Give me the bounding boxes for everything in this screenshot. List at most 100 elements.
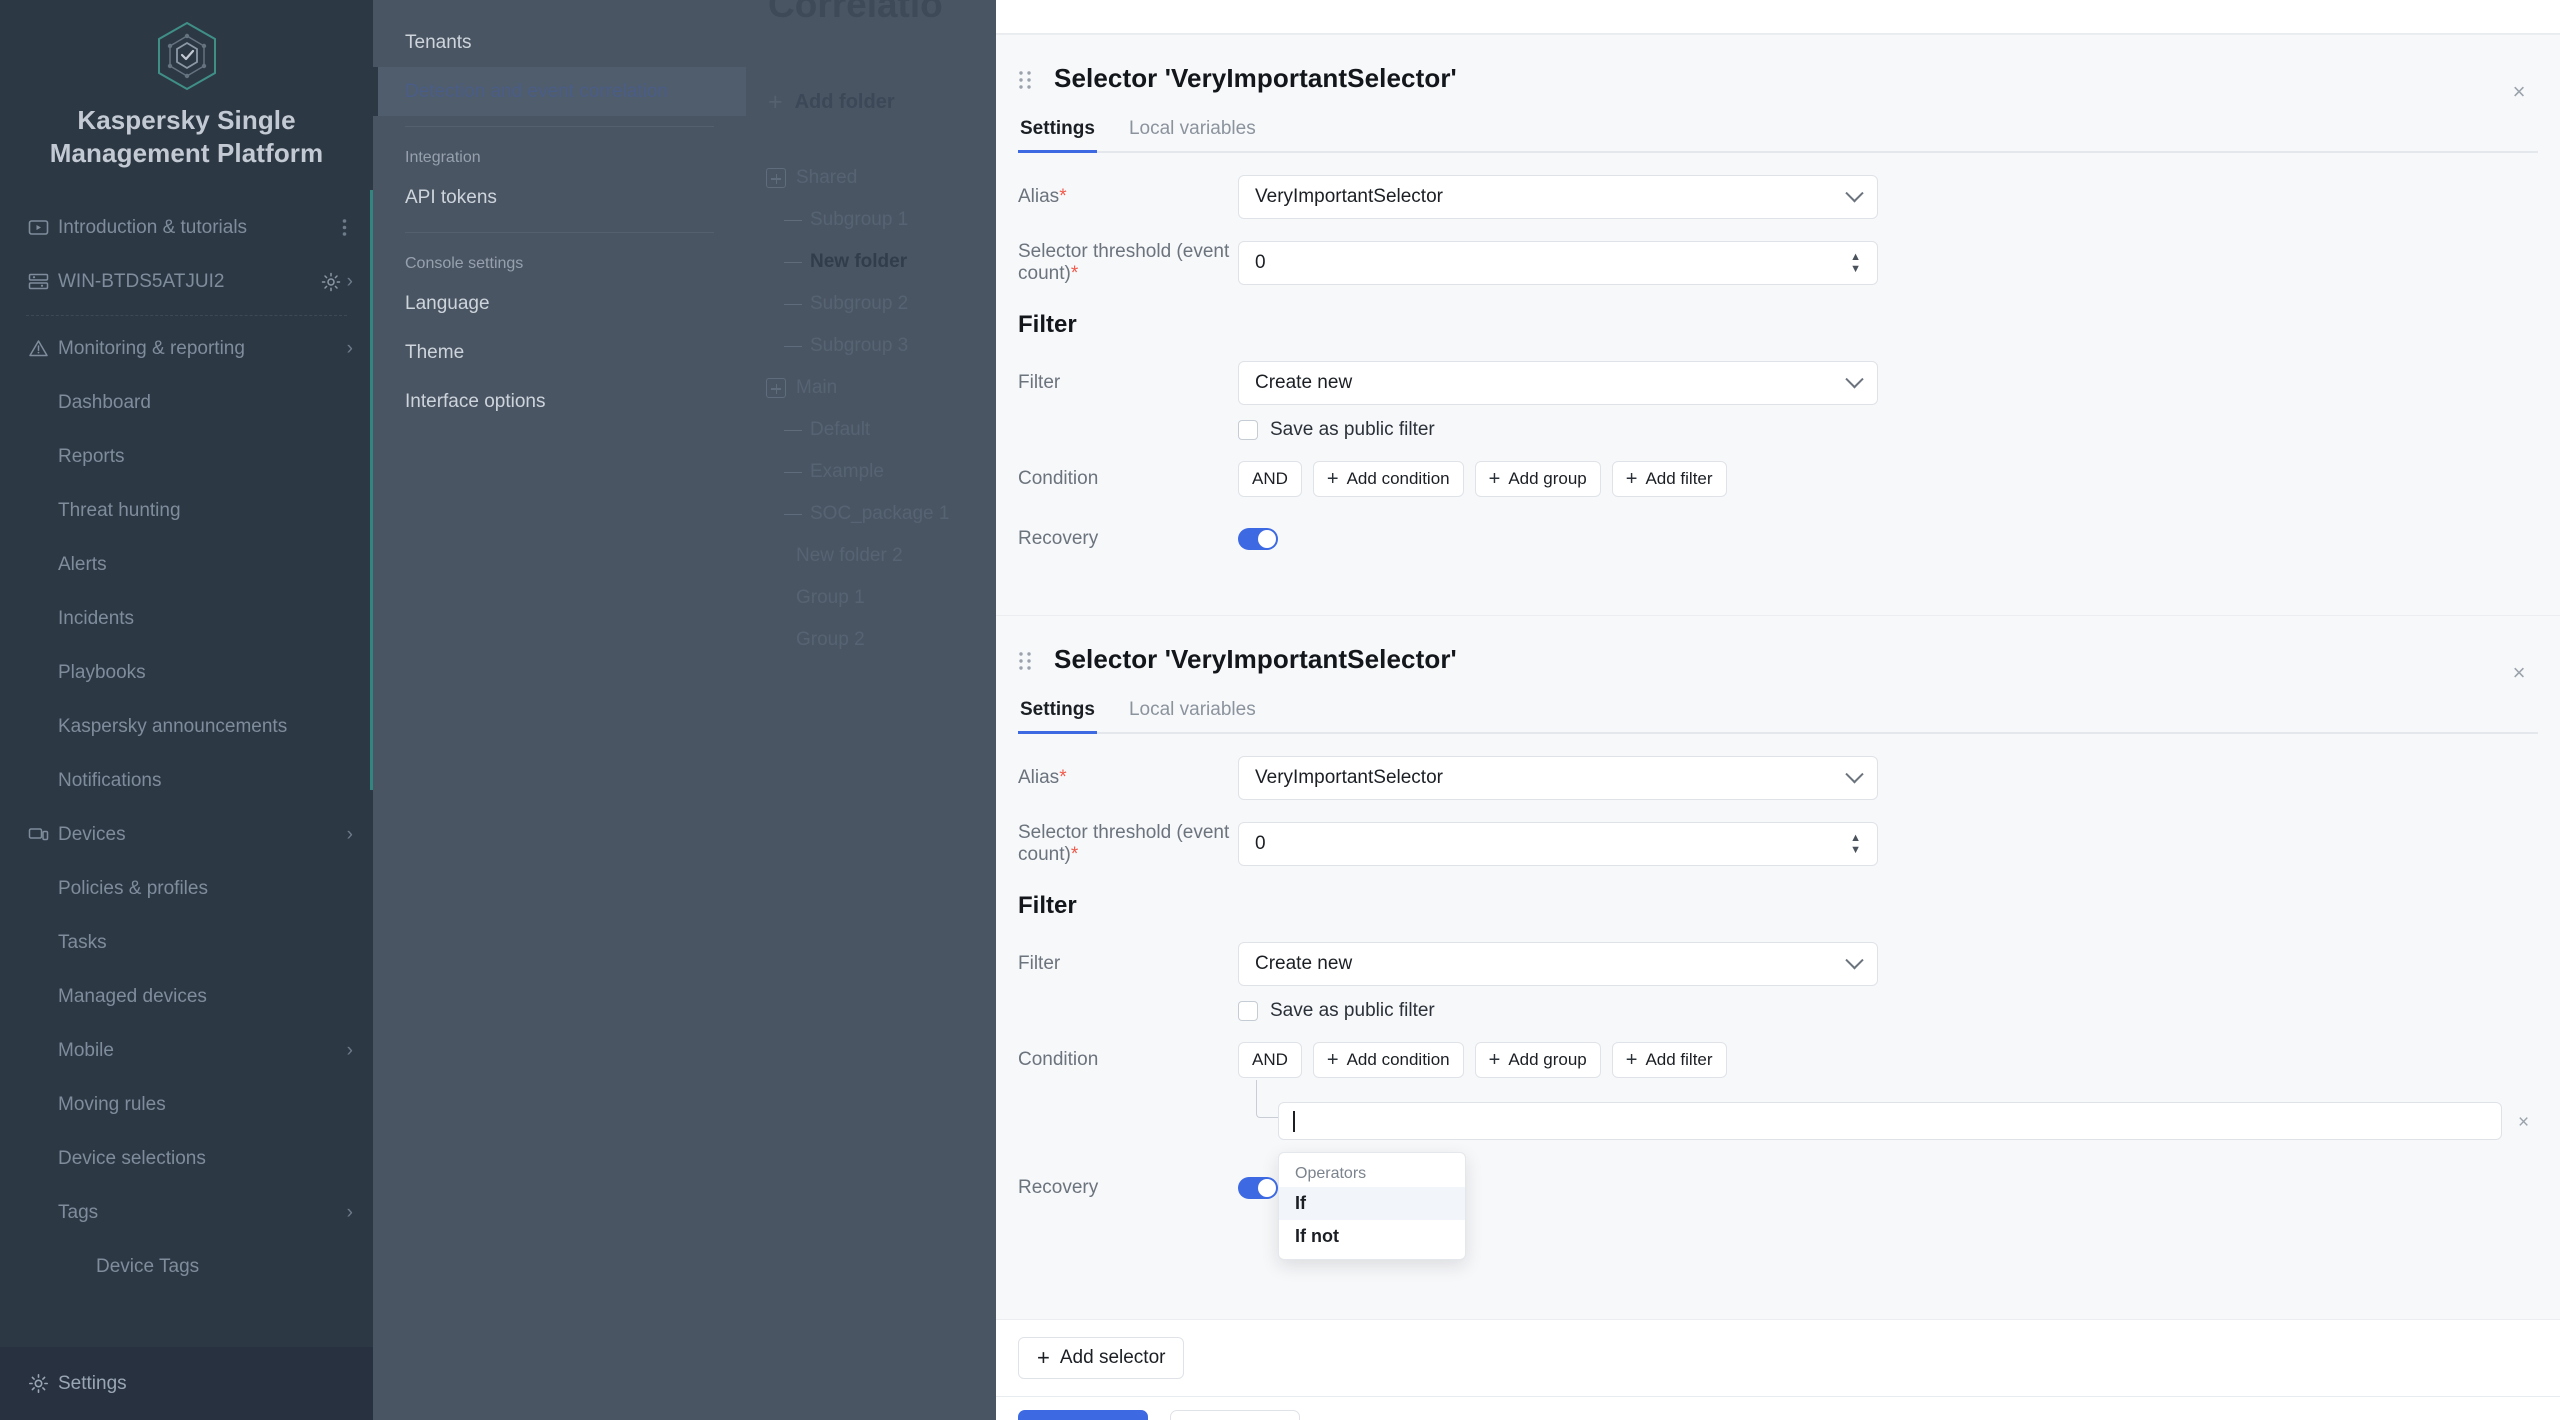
sidebar-item-settings[interactable]: Settings: [0, 1347, 373, 1420]
tree-row-subgroup-2[interactable]: Subgroup 2: [746, 283, 996, 325]
tree-row-subgroup-3[interactable]: Subgroup 3: [746, 325, 996, 367]
save-public-filter-label: Save as public filter: [1270, 1000, 1435, 1022]
sidebar-item-alerts[interactable]: Alerts: [0, 538, 373, 592]
save-public-filter-checkbox[interactable]: [1238, 420, 1258, 440]
tree-row-group-2[interactable]: Group 2: [746, 619, 996, 661]
dropdown-option-if[interactable]: If: [1279, 1187, 1465, 1220]
sidebar-item-moving-rules[interactable]: Moving rules: [0, 1078, 373, 1132]
tree-row-group-1[interactable]: Group 1: [746, 577, 996, 619]
sidebar-item-devices[interactable]: Devices ›: [0, 808, 373, 862]
save-public-filter-checkbox[interactable]: [1238, 1001, 1258, 1021]
sidebar-item-reports[interactable]: Reports: [0, 430, 373, 484]
selector-card-title: Selector 'VeryImportantSelector': [1054, 63, 1457, 94]
tab-settings[interactable]: Settings: [1018, 118, 1097, 151]
expand-icon[interactable]: [766, 378, 786, 398]
drag-handle-icon[interactable]: [1018, 651, 1038, 671]
alias-select[interactable]: VeryImportantSelector: [1238, 175, 1878, 219]
chevron-down-icon: [1845, 951, 1863, 969]
sidebar-item-introduction-tutorials[interactable]: Introduction & tutorials: [0, 201, 373, 255]
tree-row-soc-package-1[interactable]: SOC_package 1: [746, 493, 996, 535]
stepper-down-icon[interactable]: ▼: [1850, 265, 1861, 273]
chevron-right-icon[interactable]: ›: [347, 824, 353, 846]
subnav-item-language[interactable]: Language: [373, 279, 746, 328]
recovery-toggle[interactable]: [1238, 528, 1278, 550]
stepper-icon[interactable]: ▲▼: [1850, 834, 1861, 854]
chevron-right-icon[interactable]: ›: [347, 271, 353, 293]
filter-select[interactable]: Create new: [1238, 361, 1878, 405]
sidebar-item-policies-profiles[interactable]: Policies & profiles: [0, 862, 373, 916]
subnav-item-detection-and-event-correlation[interactable]: Detection and event correlation: [373, 67, 746, 116]
tree-row-new-folder[interactable]: New folder: [746, 241, 996, 283]
save-public-filter-row[interactable]: Save as public filter: [1238, 419, 2560, 441]
alias-select[interactable]: VeryImportantSelector: [1238, 756, 1878, 800]
and-operator-button[interactable]: AND: [1238, 461, 1302, 497]
add-group-button[interactable]: + Add group: [1475, 1042, 1601, 1078]
sidebar-item-playbooks[interactable]: Playbooks: [0, 646, 373, 700]
close-icon[interactable]: ×: [2504, 658, 2534, 688]
threshold-input[interactable]: 0 ▲▼: [1238, 822, 1878, 866]
add-condition-button[interactable]: + Add condition: [1313, 1042, 1464, 1078]
add-selector-button[interactable]: + Add selector: [1018, 1337, 1184, 1379]
chevron-right-icon[interactable]: ›: [347, 1040, 353, 1062]
tree-row-label: Subgroup 1: [810, 209, 908, 231]
condition-search-input[interactable]: [1278, 1102, 2502, 1140]
save-button[interactable]: [1018, 1410, 1148, 1420]
sidebar-item-tags[interactable]: Tags ›: [0, 1186, 373, 1240]
sidebar-item-device-selections[interactable]: Device selections: [0, 1132, 373, 1186]
expand-icon[interactable]: [766, 168, 786, 188]
kebab-menu-icon[interactable]: [335, 218, 353, 237]
stepper-down-icon[interactable]: ▼: [1850, 846, 1861, 854]
sidebar-item-device-tags[interactable]: Device Tags: [0, 1240, 373, 1294]
plus-icon: +: [1327, 469, 1339, 489]
subnav-item-api-tokens[interactable]: API tokens: [373, 173, 746, 222]
sidebar-item-label: Introduction & tutorials: [58, 217, 335, 239]
gear-icon[interactable]: [321, 272, 347, 292]
add-filter-button[interactable]: + Add filter: [1612, 1042, 1727, 1078]
filter-select[interactable]: Create new: [1238, 942, 1878, 986]
subnav-item-tenants[interactable]: Tenants: [373, 18, 746, 67]
tree-row-subgroup-1[interactable]: Subgroup 1: [746, 199, 996, 241]
stepper-up-icon[interactable]: ▲: [1850, 253, 1861, 261]
recovery-toggle[interactable]: [1238, 1177, 1278, 1199]
sidebar-item-monitoring-reporting[interactable]: Monitoring & reporting ›: [0, 322, 373, 376]
sidebar-item-incidents[interactable]: Incidents: [0, 592, 373, 646]
stepper-up-icon[interactable]: ▲: [1850, 834, 1861, 842]
close-icon[interactable]: ×: [2504, 77, 2534, 107]
tree-row-default[interactable]: Default: [746, 409, 996, 451]
sidebar-item-managed-devices[interactable]: Managed devices: [0, 970, 373, 1024]
sidebar-item-dashboard[interactable]: Dashboard: [0, 376, 373, 430]
tree-row-shared[interactable]: Shared: [746, 157, 996, 199]
stepper-icon[interactable]: ▲▼: [1850, 253, 1861, 273]
sidebar-item-label: Mobile: [58, 1040, 347, 1062]
add-group-label: Add group: [1508, 469, 1586, 489]
subnav-item-interface-options[interactable]: Interface options: [373, 377, 746, 426]
tree-row-example[interactable]: Example: [746, 451, 996, 493]
tab-local-variables[interactable]: Local variables: [1127, 699, 1258, 732]
tab-local-variables[interactable]: Local variables: [1127, 118, 1258, 151]
alias-value: VeryImportantSelector: [1255, 767, 1443, 789]
drag-handle-icon[interactable]: [1018, 70, 1038, 90]
cancel-button[interactable]: [1170, 1410, 1300, 1420]
chevron-right-icon[interactable]: ›: [347, 1202, 353, 1224]
remove-condition-icon[interactable]: ×: [2518, 1112, 2529, 1134]
add-condition-button[interactable]: + Add condition: [1313, 461, 1464, 497]
add-folder-button[interactable]: + Add folder: [746, 88, 996, 117]
add-group-button[interactable]: + Add group: [1475, 461, 1601, 497]
tree-row-label: Default: [810, 419, 870, 441]
and-operator-button[interactable]: AND: [1238, 1042, 1302, 1078]
sidebar-item-threat-hunting[interactable]: Threat hunting: [0, 484, 373, 538]
chevron-right-icon[interactable]: ›: [347, 338, 353, 360]
tab-settings[interactable]: Settings: [1018, 699, 1097, 732]
tree-row-main[interactable]: Main: [746, 367, 996, 409]
subnav-item-theme[interactable]: Theme: [373, 328, 746, 377]
sidebar-item-kaspersky-announcements[interactable]: Kaspersky announcements: [0, 700, 373, 754]
sidebar-item-notifications[interactable]: Notifications: [0, 754, 373, 808]
dropdown-option-if-not[interactable]: If not: [1279, 1220, 1465, 1253]
tree-row-new-folder-2[interactable]: New folder 2: [746, 535, 996, 577]
sidebar-item-server[interactable]: WIN-BTDS5ATJUI2 ›: [0, 255, 373, 309]
add-filter-button[interactable]: + Add filter: [1612, 461, 1727, 497]
sidebar-item-mobile[interactable]: Mobile ›: [0, 1024, 373, 1078]
threshold-input[interactable]: 0 ▲▼: [1238, 241, 1878, 285]
save-public-filter-row[interactable]: Save as public filter: [1238, 1000, 2560, 1022]
sidebar-item-tasks[interactable]: Tasks: [0, 916, 373, 970]
